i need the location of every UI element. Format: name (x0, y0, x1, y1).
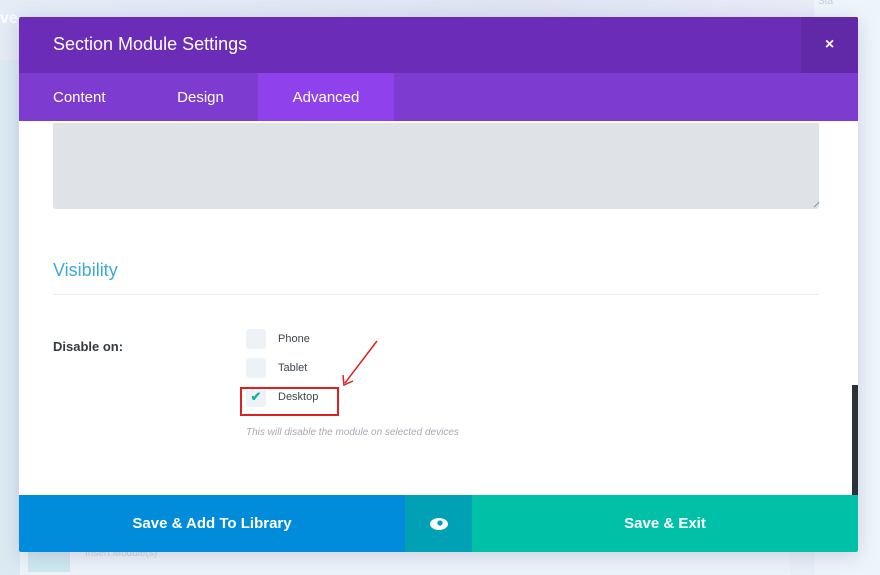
save-exit-button[interactable]: Save & Exit (472, 495, 858, 552)
close-icon: × (824, 36, 835, 53)
scrollbar[interactable] (852, 385, 858, 495)
modal-title: Section Module Settings (53, 34, 248, 54)
preview-button[interactable] (405, 495, 472, 552)
visibility-heading: Visibility (53, 260, 118, 280)
annotation-arrow-icon (342, 340, 378, 387)
save-add-to-library-button[interactable]: Save & Add To Library (19, 495, 405, 552)
background-right-item: Sta (818, 0, 834, 7)
modal-body: Visibility Disable on: Phone Tablet ✔ De… (19, 121, 858, 495)
tab-design[interactable]: Design (143, 73, 258, 121)
modal-header: Section Module Settings × (19, 17, 858, 73)
disable-phone-option[interactable]: Phone (246, 329, 310, 349)
tab-advanced[interactable]: Advanced (258, 73, 394, 121)
background-left-panel (0, 60, 20, 575)
tablet-checkbox[interactable] (246, 358, 266, 378)
background-title-fragment: ve (0, 10, 18, 27)
custom-css-textarea[interactable] (53, 123, 819, 209)
phone-label: Phone (278, 333, 310, 345)
section-settings-modal: Section Module Settings × Content Design… (19, 17, 858, 552)
settings-tabs: Content Design Advanced (19, 73, 858, 121)
modal-footer: Save & Add To Library Save & Exit (19, 495, 858, 552)
disable-on-label: Disable on: (53, 339, 124, 354)
visibility-help-text: This will disable the module on selected… (246, 427, 459, 438)
phone-checkbox[interactable] (246, 329, 266, 349)
tab-content[interactable]: Content (19, 73, 143, 121)
close-button[interactable]: × (801, 17, 858, 73)
tablet-label: Tablet (278, 362, 308, 374)
disable-tablet-option[interactable]: Tablet (246, 358, 307, 378)
annotation-highlight-box (240, 387, 339, 416)
eye-icon (429, 517, 448, 530)
section-divider (53, 294, 819, 295)
